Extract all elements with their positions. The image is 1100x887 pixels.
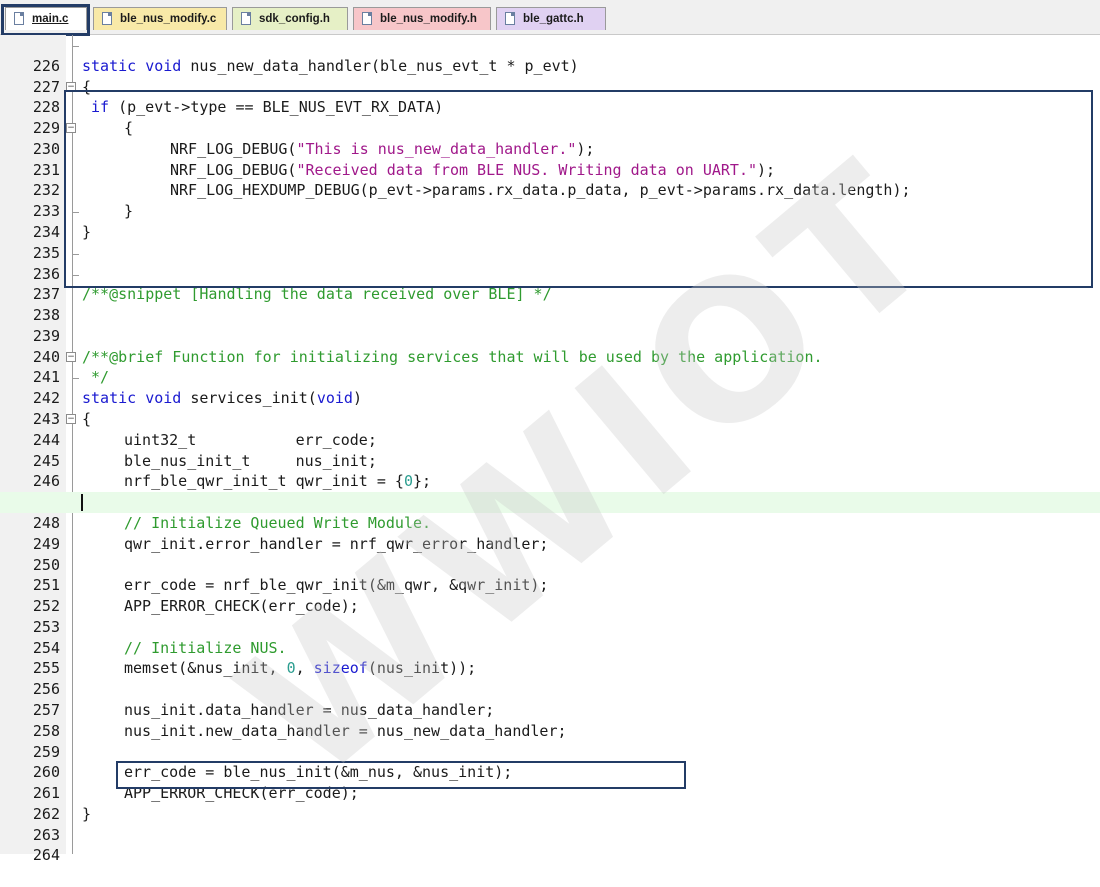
- fold-end-marker: [72, 35, 79, 47]
- code-line: 252 err_code = nrf_ble_qwr_init(&m_qwr, …: [0, 575, 1100, 615]
- tab-label: ble_gattc.h: [523, 13, 584, 25]
- tab-ble-gattc-h[interactable]: ble_gattc.h: [496, 7, 606, 30]
- code-editor[interactable]: 226 227 static void nus_new_data_handler…: [0, 35, 1100, 864]
- file-icon: [505, 12, 515, 25]
- code-line: 263 }: [0, 804, 1100, 844]
- code-line: 249 // Initialize Queued Write Module.: [0, 513, 1100, 553]
- fold-end-marker: [72, 367, 79, 380]
- tab-label: ble_nus_modify.c: [120, 13, 217, 25]
- code-line: 240: [0, 326, 1100, 366]
- code-line: 255 // Initialize NUS.: [0, 638, 1100, 678]
- code-line: 226: [0, 35, 1100, 75]
- code-line: 241 − /**@brief Function for initializin…: [0, 347, 1100, 387]
- function-highlight-box: [64, 90, 1093, 288]
- code-text: nrf_ble_qwr_init_t qwr_init = {0};: [124, 472, 432, 491]
- code-text: /**@brief Function for initializing serv…: [82, 347, 823, 366]
- code-text: ble_nus_init_t nus_init;: [124, 451, 377, 470]
- code-text: qwr_init.error_handler = nrf_qwr_error_h…: [124, 534, 549, 553]
- code-line: 258 nus_init.data_handler = nus_data_han…: [0, 700, 1100, 740]
- active-tab-highlight: [1, 4, 90, 36]
- code-text: {: [82, 410, 92, 429]
- code-line: 251: [0, 555, 1100, 594]
- code-text: static void services_init(void): [82, 389, 362, 408]
- code-line: 243 static void services_init(void): [0, 388, 1100, 428]
- code-line: 253 APP_ERROR_CHECK(err_code);: [0, 596, 1100, 636]
- text-cursor: [81, 494, 83, 512]
- code-line: 239: [0, 305, 1100, 345]
- code-text: APP_ERROR_CHECK(err_code);: [124, 597, 359, 616]
- tab-ble-nus-modify-h[interactable]: ble_nus_modify.h: [353, 7, 491, 30]
- code-text: // Initialize NUS.: [124, 638, 287, 657]
- code-line: 254: [0, 617, 1100, 657]
- file-icon: [241, 12, 251, 25]
- code-line: 250 qwr_init.error_handler = nrf_qwr_err…: [0, 534, 1100, 574]
- code-line: 244 − {: [0, 409, 1100, 449]
- code-text: uint32_t err_code;: [124, 430, 377, 449]
- assignment-highlight-box: [116, 761, 686, 789]
- code-line: 264: [0, 825, 1100, 864]
- tab-ble-nus-modify-c[interactable]: ble_nus_modify.c: [93, 7, 227, 30]
- code-text: nus_init.new_data_handler = nus_new_data…: [124, 721, 567, 740]
- file-icon: [102, 12, 112, 25]
- code-line: 260: [0, 742, 1100, 781]
- code-text: // Initialize Queued Write Module.: [124, 513, 432, 532]
- tab-label: sdk_config.h: [259, 13, 330, 25]
- code-line: 246 ble_nus_init_t nus_init;: [0, 451, 1100, 491]
- code-line: 247 nrf_ble_qwr_init_t qwr_init = {0};: [0, 471, 1100, 511]
- code-text: err_code = nrf_ble_qwr_init(&m_qwr, &qwr…: [124, 576, 549, 595]
- code-line: 259 nus_init.new_data_handler = nus_new_…: [0, 721, 1100, 761]
- code-text: static void nus_new_data_handler(ble_nus…: [82, 56, 579, 75]
- fold-minus-icon[interactable]: −: [66, 351, 76, 362]
- line-number: 264: [32, 846, 60, 865]
- tab-label: ble_nus_modify.h: [380, 13, 477, 25]
- code-text: */: [91, 368, 110, 387]
- code-text: }: [82, 804, 92, 823]
- current-code-line: 248: [0, 492, 1100, 532]
- code-line: 257: [0, 679, 1100, 719]
- file-tab-bar: main.c ble_nus_modify.c sdk_config.h ble…: [0, 0, 1100, 36]
- fold-minus-icon[interactable]: −: [66, 414, 76, 425]
- code-line: 245 uint32_t err_code;: [0, 430, 1100, 470]
- code-line: 256 memset(&nus_init, 0, sizeof(nus_init…: [0, 658, 1100, 698]
- code-text: nus_init.data_handler = nus_data_handler…: [124, 700, 495, 719]
- file-icon: [362, 12, 372, 25]
- tab-sdk-config-h[interactable]: sdk_config.h: [232, 7, 348, 30]
- code-text: memset(&nus_init, 0, sizeof(nus_init));: [124, 659, 477, 678]
- code-line: 242 */: [0, 367, 1100, 407]
- code-line: 227 static void nus_new_data_handler(ble…: [0, 56, 1100, 96]
